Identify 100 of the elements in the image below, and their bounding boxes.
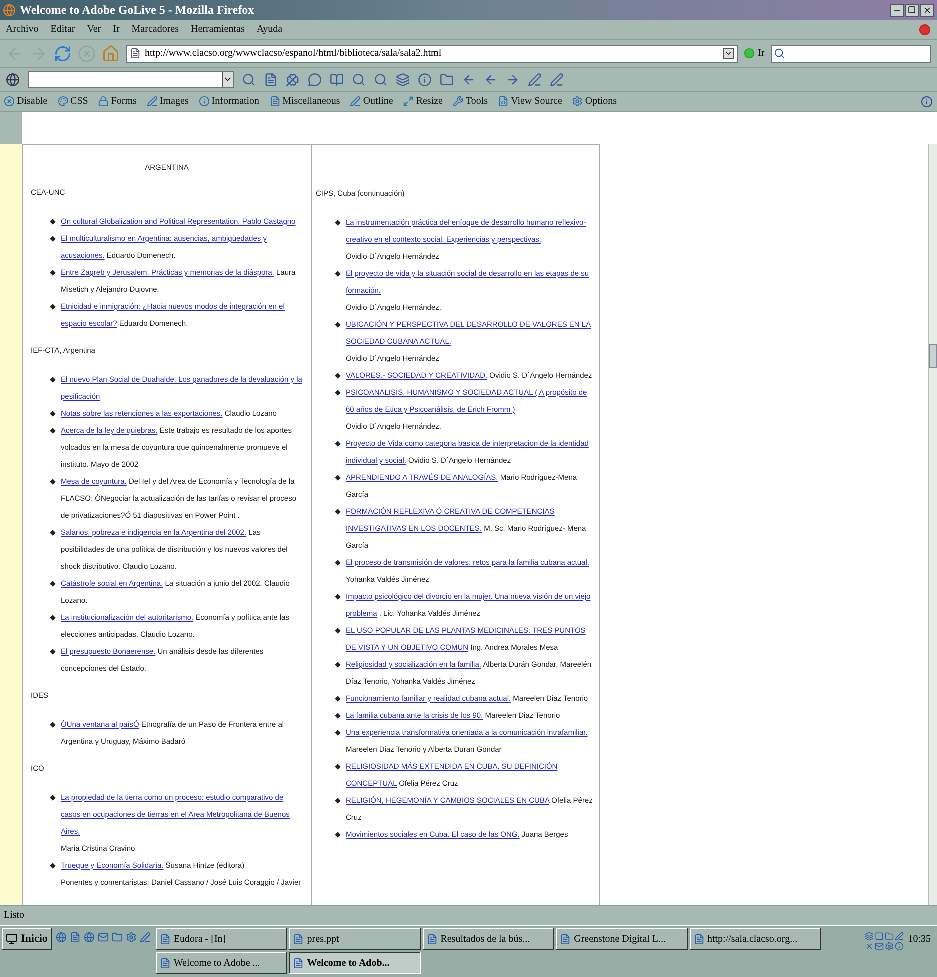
bullet-icon xyxy=(50,649,56,655)
toolbar-menu-button[interactable]: Outline xyxy=(350,94,394,109)
cross-icon xyxy=(4,96,15,107)
menu-item[interactable]: Editar xyxy=(50,22,76,37)
menu-item[interactable]: Ayuda xyxy=(256,22,283,37)
dropdown-icon[interactable] xyxy=(723,48,734,59)
globe-icon[interactable] xyxy=(6,72,20,86)
bullet-icon xyxy=(50,236,56,242)
document-icon[interactable] xyxy=(264,72,278,86)
toolbar-menu-button[interactable]: Images xyxy=(146,94,189,109)
toolbar-menu-button[interactable]: Information xyxy=(198,94,260,109)
globe-icon[interactable] xyxy=(84,932,95,943)
toolbar-menu-button[interactable]: Tools xyxy=(452,94,488,109)
scrollbar[interactable] xyxy=(928,144,937,905)
globe-icon[interactable] xyxy=(56,932,67,943)
reload-icon[interactable] xyxy=(54,44,72,62)
folder-icon[interactable] xyxy=(885,932,894,941)
bullet-icon xyxy=(50,615,56,621)
back-icon[interactable] xyxy=(462,72,476,86)
bullet-icon xyxy=(50,722,56,728)
back-icon[interactable] xyxy=(484,72,498,86)
window-title: Welcome to Adobe GoLive 5 - Mozilla Firefox xyxy=(20,2,256,19)
mail-icon[interactable] xyxy=(875,942,884,951)
bullet-icon xyxy=(335,322,341,328)
toolbar-menu-button[interactable]: Resize xyxy=(403,94,443,109)
toolbar-menu-button[interactable]: View Source xyxy=(498,94,562,109)
square-icon[interactable] xyxy=(875,932,884,941)
wrench-icon xyxy=(452,96,464,107)
pen-icon[interactable] xyxy=(140,932,151,943)
toolbar-menu-button[interactable]: Miscellaneous xyxy=(270,94,340,109)
taskbar-button[interactable]: Eudora - [In] xyxy=(156,928,288,950)
bullet-icon xyxy=(335,662,341,668)
bullet-icon xyxy=(335,220,341,226)
layers-icon[interactable] xyxy=(396,72,410,86)
menu-item[interactable]: Ir xyxy=(113,22,120,37)
bullet-icon xyxy=(335,390,341,396)
pen-icon[interactable] xyxy=(528,72,542,86)
bullet-icon xyxy=(50,581,56,587)
bullet-icon xyxy=(335,730,341,736)
bullet-icon xyxy=(335,441,341,447)
minimize-button[interactable] xyxy=(890,4,904,16)
cross-icon[interactable] xyxy=(865,942,874,951)
mail-icon[interactable] xyxy=(98,932,109,943)
search-field[interactable] xyxy=(770,44,931,62)
bullet-icon xyxy=(50,411,56,417)
menu-item[interactable]: Marcadores xyxy=(132,22,179,37)
search-icon[interactable] xyxy=(374,72,388,86)
menu-item[interactable]: Herramientas xyxy=(190,22,245,37)
address-field[interactable]: http://www.clacso.org/wwwclacso/espanol/html/biblioteca/sala/sala2.html xyxy=(126,44,738,62)
taskbar-button[interactable]: http://sala.clacso.org... xyxy=(690,928,821,950)
forward-icon[interactable] xyxy=(506,72,520,86)
bullet-icon xyxy=(335,475,341,481)
taskbar-button[interactable]: pres.ppt xyxy=(289,928,421,950)
toolbar-menu-button[interactable]: CSS xyxy=(58,94,88,109)
bullet-icon xyxy=(335,509,341,515)
toolbar-menu-button[interactable]: Disable xyxy=(4,94,48,109)
toolbar-menu-button[interactable]: Forms xyxy=(98,94,137,109)
settings-icon[interactable] xyxy=(126,932,137,943)
palette-icon xyxy=(58,96,69,107)
search-icon xyxy=(774,48,785,59)
info-icon[interactable] xyxy=(895,942,904,951)
document-icon xyxy=(293,958,304,968)
menu-item[interactable]: Archivo xyxy=(6,22,39,37)
bullet-icon xyxy=(335,271,341,277)
toolbar-search-field[interactable] xyxy=(28,71,234,88)
dropdown-icon[interactable] xyxy=(222,72,233,87)
taskbar-button[interactable]: Greenstone Digital L... xyxy=(556,928,688,950)
pen-icon[interactable] xyxy=(895,932,904,941)
clover-icon[interactable] xyxy=(286,72,300,86)
close-button[interactable] xyxy=(920,4,934,16)
search-icon[interactable] xyxy=(242,72,256,86)
taskbar-button[interactable]: Resultados de la bús... xyxy=(422,928,554,950)
bullet-icon xyxy=(335,560,341,566)
toolbar-menu-button[interactable]: Options xyxy=(572,94,618,109)
url-text: http://www.clacso.org/wwwclacso/espanol/html/biblioteca/sala/sala2.html xyxy=(145,47,443,61)
menu-item[interactable]: Ver xyxy=(87,22,102,37)
document-icon xyxy=(560,934,572,944)
speech-bubble-icon[interactable] xyxy=(308,72,322,86)
taskbar-button[interactable]: Welcome to Adob... xyxy=(289,952,421,974)
folder-icon[interactable] xyxy=(440,72,454,86)
go-button[interactable]: Ir xyxy=(744,46,765,61)
taskbar-button[interactable]: Welcome to Adobe ... xyxy=(156,952,288,974)
clock: 10:35 xyxy=(908,933,931,947)
pen-icon[interactable] xyxy=(550,72,564,86)
bullet-icon xyxy=(50,377,56,383)
info-icon[interactable] xyxy=(418,72,432,86)
folder-icon[interactable] xyxy=(112,932,123,943)
document-icon xyxy=(160,934,171,944)
document-icon[interactable] xyxy=(70,932,81,943)
maximize-button[interactable] xyxy=(905,4,919,16)
start-button[interactable]: Inicio xyxy=(2,928,52,950)
layers-icon[interactable] xyxy=(865,932,874,941)
go-icon xyxy=(744,48,755,59)
bullet-icon xyxy=(335,713,341,719)
search-icon[interactable] xyxy=(352,72,366,86)
book-icon[interactable] xyxy=(330,72,344,86)
code-file-icon xyxy=(498,96,510,107)
info-icon[interactable] xyxy=(921,96,933,108)
settings-icon[interactable] xyxy=(885,942,894,951)
bullet-icon xyxy=(335,373,341,379)
